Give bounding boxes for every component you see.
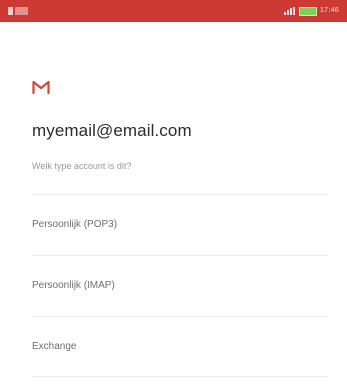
option-label: Persoonlijk (POP3) [32, 219, 118, 230]
option-personal-imap[interactable]: Persoonlijk (IMAP) [32, 255, 329, 316]
gmail-m-icon [32, 80, 50, 94]
notification-icons [8, 7, 30, 15]
account-email: myemail@email.com [32, 121, 192, 140]
status-icons: 17:46 [283, 6, 339, 16]
status-bar: 17:46 [0, 0, 347, 22]
account-type-question: Welk type account is dit? [32, 161, 132, 171]
option-label: Persoonlijk (IMAP) [32, 280, 115, 291]
account-type-screen: 17:46 myemail@email.com Welk type accoun… [0, 0, 347, 385]
account-type-list: Persoonlijk (POP3) Persoonlijk (IMAP) Ex… [32, 194, 329, 377]
option-personal-pop3[interactable]: Persoonlijk (POP3) [32, 194, 329, 255]
status-clock: 17:46 [319, 7, 339, 14]
battery-icon [298, 6, 317, 16]
option-exchange[interactable]: Exchange [32, 316, 329, 377]
signal-icon [283, 7, 296, 15]
option-label: Exchange [32, 341, 77, 352]
